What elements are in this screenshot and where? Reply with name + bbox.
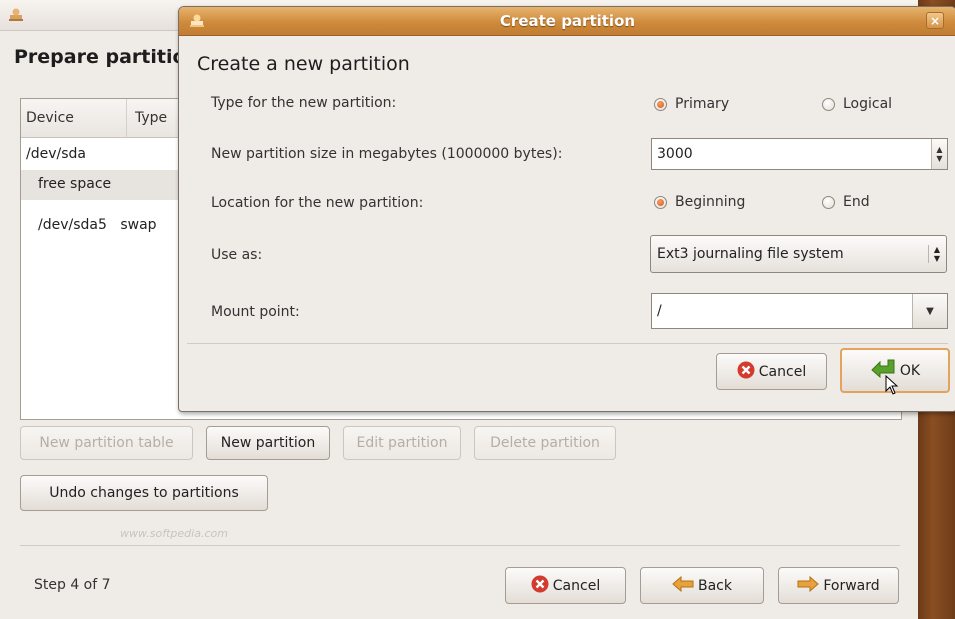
new-partition-table-button[interactable]: New partition table <box>20 426 193 460</box>
radio-end[interactable]: End <box>822 194 870 210</box>
radio-logical[interactable]: Logical <box>822 96 892 112</box>
watermark: www.softpedia.com <box>120 527 228 540</box>
type-cell: swap <box>120 217 157 233</box>
mount-point-label: Mount point: <box>211 304 300 320</box>
installer-icon <box>8 6 24 26</box>
new-partition-button[interactable]: New partition <box>206 426 330 460</box>
location-label: Location for the new partition: <box>211 195 424 211</box>
dialog-heading: Create a new partition <box>197 53 410 75</box>
device-cell: /dev/sda5 <box>38 217 107 233</box>
radio-selected-icon <box>654 97 667 111</box>
select-arrows-icon: ▲ ▼ <box>927 245 940 263</box>
separator <box>20 545 900 546</box>
radio-primary[interactable]: Primary <box>654 96 729 112</box>
use-as-label: Use as: <box>211 247 263 263</box>
radio-unselected-icon <box>822 97 835 111</box>
column-header-device[interactable]: Device <box>21 99 127 138</box>
mount-point-input[interactable]: / <box>651 293 948 329</box>
close-icon[interactable]: × <box>926 12 944 29</box>
type-label: Type for the new partition: <box>211 95 397 111</box>
separator <box>187 343 948 344</box>
create-partition-dialog: Create partition × Create a new partitio… <box>178 6 955 412</box>
device-cell: /dev/sda <box>26 146 86 162</box>
table-row[interactable]: /dev/sda5 swap <box>38 217 157 233</box>
size-label: New partition size in megabytes (1000000… <box>211 146 563 162</box>
dialog-cancel-button[interactable]: Cancel <box>716 353 827 390</box>
forward-arrow-icon <box>797 575 820 596</box>
chevron-down-icon[interactable]: ▼ <box>912 294 947 328</box>
use-as-select[interactable]: Ext3 journaling file system ▲ ▼ <box>650 235 947 273</box>
edit-partition-button[interactable]: Edit partition <box>343 426 461 460</box>
cancel-circle-icon <box>531 575 549 597</box>
undo-changes-button[interactable]: Undo changes to partitions <box>20 475 268 511</box>
table-row[interactable]: /dev/sda <box>26 146 86 162</box>
spin-down-icon[interactable]: ▼ <box>936 154 942 163</box>
radio-selected-icon <box>654 195 667 209</box>
dialog-title: Create partition <box>499 12 636 30</box>
step-indicator: Step 4 of 7 <box>34 577 111 593</box>
partition-size-input[interactable]: 3000 <box>651 138 948 170</box>
back-button[interactable]: Back <box>640 567 764 604</box>
radio-unselected-icon <box>822 195 835 209</box>
size-spin-buttons[interactable]: ▲ ▼ <box>931 139 947 169</box>
spin-up-icon[interactable]: ▲ <box>936 145 942 154</box>
cancel-circle-icon <box>737 361 755 383</box>
back-arrow-icon <box>672 575 694 596</box>
mouse-cursor-icon <box>885 374 899 399</box>
forward-button[interactable]: Forward <box>778 567 899 604</box>
radio-beginning[interactable]: Beginning <box>654 194 745 210</box>
delete-partition-button[interactable]: Delete partition <box>474 426 616 460</box>
cancel-button[interactable]: Cancel <box>505 567 626 604</box>
device-cell: free space <box>38 176 112 192</box>
